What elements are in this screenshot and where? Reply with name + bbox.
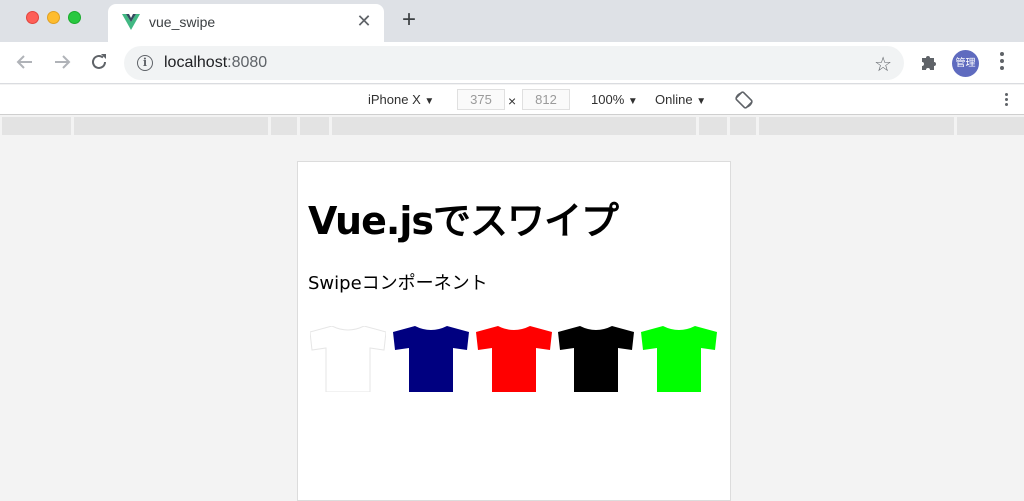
media-query-bar (0, 117, 1024, 135)
media-query-segment[interactable] (759, 117, 954, 135)
close-tab-icon[interactable]: ✕ (354, 11, 374, 31)
device-viewport: Vue.jsでスワイプ Swipeコンポーネント (297, 161, 731, 501)
browser-menu-icon[interactable] (995, 52, 1009, 74)
green-tshirt[interactable] (641, 326, 717, 392)
media-query-segment[interactable] (699, 117, 727, 135)
profile-avatar[interactable]: 管理 (952, 50, 979, 77)
tab-strip: vue_swipe ✕ + (0, 0, 1024, 42)
network-throttle-select[interactable]: Online ▼ (655, 92, 706, 107)
dimension-separator: × (508, 93, 517, 109)
media-query-segment[interactable] (957, 117, 1024, 135)
forward-arrow-icon[interactable] (51, 51, 73, 73)
devtools-more-icon[interactable] (1003, 93, 1009, 108)
page-title: Vue.jsでスワイプ (308, 199, 619, 243)
device-select[interactable]: iPhone X ▼ (368, 92, 434, 107)
close-window-button[interactable] (26, 11, 39, 24)
rotate-icon[interactable] (734, 90, 754, 110)
media-query-segment[interactable] (74, 117, 268, 135)
new-tab-button[interactable]: + (397, 8, 421, 32)
zoom-select[interactable]: 100% ▼ (591, 92, 638, 107)
white-tshirt[interactable] (310, 326, 386, 392)
browser-tab[interactable]: vue_swipe ✕ (108, 4, 384, 42)
bookmark-star-icon[interactable]: ☆ (874, 52, 892, 77)
address-bar[interactable]: i localhost:8080 ☆ (124, 46, 904, 80)
url-text: localhost:8080 (164, 54, 268, 71)
media-query-segment[interactable] (300, 117, 329, 135)
extensions-puzzle-icon[interactable] (918, 51, 940, 73)
browser-toolbar: i localhost:8080 ☆ 管理 (0, 42, 1024, 84)
device-width-input[interactable]: 375 (457, 89, 505, 110)
media-query-segment[interactable] (271, 117, 297, 135)
device-toolbar: iPhone X ▼ 375 × 812 100% ▼ Online ▼ (0, 85, 1024, 115)
back-arrow-icon[interactable] (14, 51, 36, 73)
minimize-window-button[interactable] (47, 11, 60, 24)
page-subtitle: Swipeコンポーネント (308, 273, 488, 294)
media-query-segment[interactable] (730, 117, 756, 135)
reload-icon[interactable] (88, 51, 110, 73)
navy-tshirt[interactable] (393, 326, 469, 392)
device-height-input[interactable]: 812 (522, 89, 570, 110)
vue-logo-icon (122, 14, 140, 30)
red-tshirt[interactable] (476, 326, 552, 392)
site-info-icon[interactable]: i (137, 55, 153, 71)
black-tshirt[interactable] (558, 326, 634, 392)
media-query-segment[interactable] (2, 117, 71, 135)
tab-title: vue_swipe (149, 14, 216, 30)
media-query-segment[interactable] (332, 117, 696, 135)
maximize-window-button[interactable] (68, 11, 81, 24)
